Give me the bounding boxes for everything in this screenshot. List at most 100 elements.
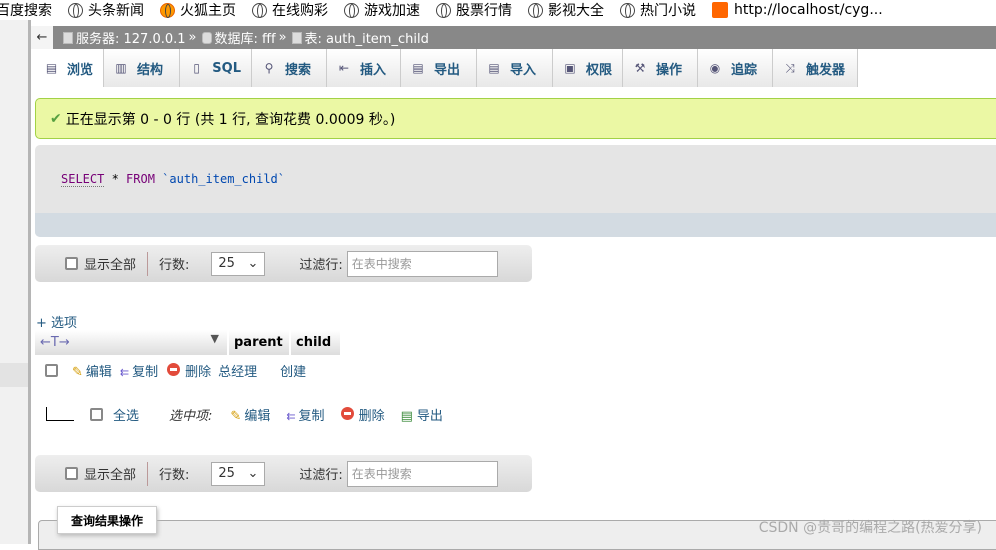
bookmark-label: 游戏加速: [364, 3, 420, 19]
bookmark-label: 股票行情: [456, 3, 512, 19]
bookmark[interactable]: 游戏加速: [344, 0, 420, 20]
tab-export[interactable]: ▤ 导出: [401, 49, 477, 87]
tab-insert[interactable]: ⇤ 插入: [327, 49, 401, 87]
tab-sql[interactable]: ▯ SQL: [180, 49, 252, 87]
navigation-highlight: [0, 363, 28, 387]
check-all-link[interactable]: 全选: [113, 405, 139, 424]
cell-child[interactable]: 创建: [280, 361, 306, 380]
bulk-delete-button[interactable]: 删除: [340, 405, 385, 424]
show-all-checkbox[interactable]: [65, 467, 78, 480]
delete-button[interactable]: 删除: [167, 361, 211, 380]
bookmark[interactable]: 火狐主页: [160, 0, 236, 20]
filter-placeholder: 在表中搜索: [351, 257, 412, 271]
breadcrumb-server[interactable]: 服务器: 127.0.0.1: [76, 28, 186, 47]
firefox-icon: [160, 2, 175, 18]
bookmark[interactable]: 头条新闻: [68, 0, 144, 20]
bookmark[interactable]: 影视大全: [528, 0, 604, 20]
copy-label: 复制: [298, 409, 325, 424]
bulk-export-button[interactable]: ▤ 导出: [401, 405, 443, 424]
rows-select[interactable]: 25 ⌄: [211, 251, 266, 276]
export-label: 导出: [416, 409, 443, 424]
bookmark-label: 百度搜索: [0, 3, 52, 19]
check-icon: ✔: [50, 110, 62, 127]
globe-icon: [252, 2, 267, 18]
bookmark[interactable]: 股票行情: [436, 0, 512, 20]
table-header: ←T→ ▼ parent child: [35, 330, 342, 355]
rows-select[interactable]: 25 ⌄: [211, 461, 266, 486]
with-selected-label: 选中项:: [169, 409, 213, 424]
tab-privileges[interactable]: ▣ 权限: [553, 49, 623, 87]
chevron-down-icon: ⌄: [247, 256, 259, 271]
arrows-icon: ←T→: [40, 335, 70, 350]
sql-icon: ▯: [193, 61, 200, 75]
bookmark-label: 火狐主页: [180, 3, 236, 19]
search-icon: ⚲: [264, 61, 274, 75]
tab-browse[interactable]: ▤ 浏览: [35, 49, 104, 87]
privileges-icon: ▣: [564, 61, 576, 75]
tab-search[interactable]: ⚲ 搜索: [252, 49, 327, 87]
bookmark-label: 影视大全: [548, 3, 604, 19]
tab-tracking[interactable]: ◉ 追踪: [698, 49, 773, 87]
tab-label: SQL: [212, 60, 241, 76]
back-arrow-icon[interactable]: ←: [31, 26, 53, 49]
filter-label: 过滤行:: [299, 468, 343, 483]
tab-label: 操作: [656, 62, 683, 78]
filter-input[interactable]: 在表中搜索: [346, 460, 498, 487]
column-resize-header[interactable]: ←T→ ▼: [35, 330, 229, 355]
filter-input[interactable]: 在表中搜索: [346, 250, 498, 277]
tab-operations[interactable]: ⚒ 操作: [623, 49, 698, 87]
navigation-toolbar-top: 显示全部 行数: 25 ⌄ 过滤行: 在表中搜索: [35, 245, 532, 282]
browse-icon: ▤: [45, 61, 58, 75]
copy-button[interactable]: ⇇ 复制: [120, 361, 158, 380]
tab-triggers[interactable]: ⤨ 触发器: [773, 49, 858, 87]
delete-icon: [340, 407, 354, 420]
edit-button[interactable]: ✎ 编辑: [72, 361, 112, 380]
bookmark[interactable]: 百度搜索: [0, 0, 52, 20]
globe-icon: [344, 2, 359, 18]
sql-toolbar: [35, 213, 996, 237]
sort-dropdown-icon[interactable]: ▼: [211, 332, 219, 345]
bulk-edit-button[interactable]: ✎ 编辑: [230, 405, 270, 424]
success-text: 正在显示第 0 - 0 行 (共 1 行, 查询花费 0.0009 秒。): [65, 111, 396, 128]
tab-label: 权限: [585, 62, 612, 78]
tab-bar: ▤ 浏览 ▥ 结构 ▯ SQL ⚲ 搜索 ⇤ 插入 ▤ 导出 ▤ 导入 ▣ 权限 ⚒ 操作 ◉ 追踪…: [31, 49, 996, 87]
sql-query-box: SELECT * FROM `auth_item_child`: [35, 145, 996, 237]
export-icon: ▤: [400, 409, 413, 424]
wrench-icon: ⚒: [634, 61, 646, 75]
divider: [147, 251, 149, 276]
globe-icon: [68, 2, 83, 18]
panel-resizer[interactable]: [28, 20, 31, 544]
tab-label: 导出: [434, 62, 461, 78]
copy-icon: ⇇: [119, 366, 130, 379]
options-link[interactable]: + 选项: [36, 312, 77, 331]
import-icon: ▤: [488, 61, 500, 75]
success-message: ✔ 正在显示第 0 - 0 行 (共 1 行, 查询花费 0.0009 秒。): [35, 98, 996, 139]
column-header-child[interactable]: child: [291, 330, 342, 355]
edit-label: 编辑: [85, 365, 112, 380]
server-icon: [63, 31, 73, 44]
bookmark[interactable]: 热门小说: [620, 0, 696, 20]
sql-table-name: `auth_item_child`: [154, 172, 285, 186]
show-all-checkbox[interactable]: [65, 257, 78, 270]
sql-keyword[interactable]: SELECT: [61, 172, 105, 187]
breadcrumb-table[interactable]: 表: auth_item_child: [305, 28, 429, 47]
globe-icon: [620, 2, 635, 18]
cell-parent[interactable]: 总经理: [218, 361, 280, 380]
globe-icon: [528, 2, 543, 18]
breadcrumb: ← 服务器: 127.0.0.1 » 数据库: fff » 表: auth_it…: [31, 26, 996, 49]
bookmark-label: 在线购彩: [272, 3, 328, 19]
globe-icon: [436, 2, 451, 18]
query-results-operations-legend: 查询结果操作: [57, 506, 157, 534]
bookmark[interactable]: http://localhost/cyg...: [712, 2, 883, 18]
row-checkbox[interactable]: [45, 364, 58, 377]
check-all-checkbox[interactable]: [90, 408, 103, 421]
column-header-parent[interactable]: parent: [229, 330, 291, 355]
bookmark[interactable]: 在线购彩: [252, 0, 328, 20]
breadcrumb-database[interactable]: 数据库: fff: [215, 28, 276, 47]
tab-structure[interactable]: ▥ 结构: [104, 49, 180, 87]
filter-placeholder: 在表中搜索: [351, 467, 412, 481]
tab-label: 追踪: [731, 62, 758, 78]
tab-import[interactable]: ▤ 导入: [477, 49, 553, 87]
bulk-copy-button[interactable]: ⇇ 复制: [286, 405, 324, 424]
export-icon: ▤: [412, 61, 424, 75]
